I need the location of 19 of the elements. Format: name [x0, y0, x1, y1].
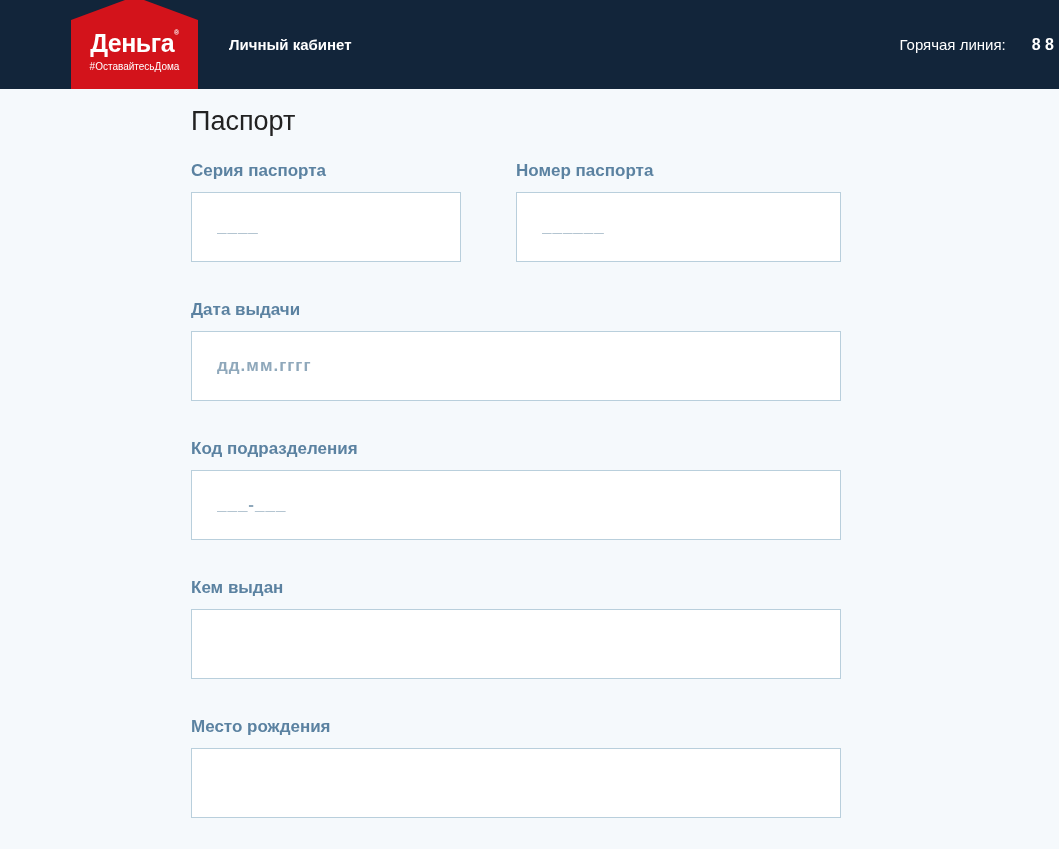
cabinet-link[interactable]: Личный кабинет: [229, 34, 352, 55]
field-label: Место рождения: [191, 716, 331, 738]
hotline-label: Горячая линия:: [899, 34, 1006, 55]
logo-name: Деньга$^{®}$: [90, 29, 179, 57]
input-field[interactable]: [191, 748, 841, 818]
input-field[interactable]: дд.мм.гггг: [191, 331, 841, 401]
field-label: Код подразделения: [191, 438, 358, 460]
field-label: Серия паспорта: [191, 160, 326, 182]
field-label: Кем выдан: [191, 577, 284, 599]
field-label: Номер паспорта: [516, 160, 654, 182]
input-field[interactable]: ____: [191, 192, 461, 262]
input-field[interactable]: ___-___: [191, 470, 841, 540]
input-field[interactable]: [191, 609, 841, 679]
input-field[interactable]: ______: [516, 192, 841, 262]
logo[interactable]: Деньга$^{®}$ #ОставайтесьДома: [71, 0, 198, 89]
field-label: Дата выдачи: [191, 299, 301, 321]
section-title: Паспорт: [191, 105, 296, 138]
logo-tagline: #ОставайтесьДома: [89, 60, 180, 74]
hotline-phone-link[interactable]: 8 8: [1031, 34, 1054, 55]
